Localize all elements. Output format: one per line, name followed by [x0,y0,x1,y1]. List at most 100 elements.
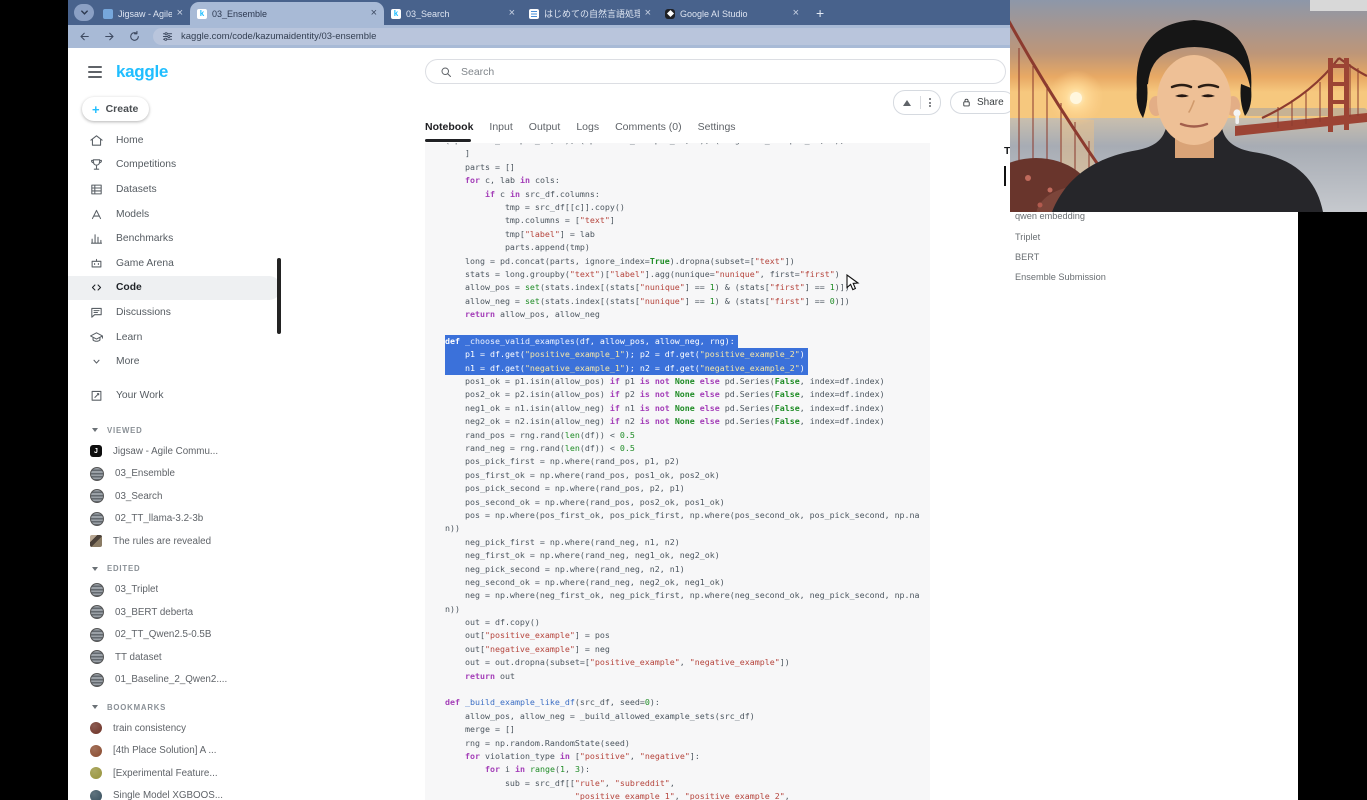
code-line[interactable]: tmp.columns = ["text"] [445,214,930,227]
sidebar-scrollbar[interactable] [277,258,281,334]
code-line[interactable]: if c in src_df.columns: [445,188,930,201]
sidebar-item-learn[interactable]: Learn [68,325,281,350]
list-item-03-triplet[interactable]: 03_Triplet [68,579,281,602]
code-line[interactable]: pos = np.where(pos_first_ok, pos_pick_fi… [445,509,930,522]
vote-menu-button[interactable] [929,98,931,107]
toc-item-triplet[interactable]: Triplet [1004,227,1154,247]
kaggle-logo[interactable]: kaggle [116,62,168,82]
tab-logs[interactable]: Logs [576,121,599,142]
browser-tab-jigsaw-agile-community-rule[interactable]: Jigsaw - Agile Community Rule× [96,2,190,25]
list-item-02-tt-qwen2-5-0-5b[interactable]: 02_TT_Qwen2.5-0.5B [68,624,281,647]
code-line[interactable]: long = pd.concat(parts, ignore_index=Tru… [445,255,930,268]
tab-output[interactable]: Output [529,121,561,142]
sidebar-item-datasets[interactable]: Datasets [68,177,281,202]
code-line[interactable]: pos2_ok = p2.isin(allow_pos) if p2 is no… [445,388,930,401]
code-line[interactable]: out["positive_example"] = pos [445,629,930,642]
list-item-03-ensemble[interactable]: 03_Ensemble [68,463,281,486]
reload-button[interactable] [125,28,143,46]
code-line[interactable]: n)) [445,522,930,535]
tab-search-button[interactable] [74,4,94,21]
list-item-tt-dataset[interactable]: TT dataset [68,646,281,669]
code-line[interactable]: n)) [445,603,930,616]
tab-comments-0[interactable]: Comments (0) [615,121,682,142]
sidebar-item-home[interactable]: Home [68,128,281,153]
browser-tab-senten[interactable]: はじめての自然言語処理 Senten× [522,2,658,25]
code-line[interactable]: rand_neg = rng.rand(len(df)) < 0.5 [445,442,930,455]
code-line[interactable]: for violation_type in ["positive", "nega… [445,750,930,763]
code-line[interactable]: pos_second_ok = np.where(rand_pos, pos2_… [445,496,930,509]
sidebar-item-your-work[interactable]: Your Work [68,383,302,407]
close-tab-icon[interactable]: × [371,8,377,19]
code-line[interactable]: out["negative_example"] = neg [445,643,930,656]
browser-tab-03-ensemble[interactable]: k03_Ensemble× [190,2,384,25]
code-line[interactable]: "positive_example_1", "positive_example_… [445,790,930,800]
code-line[interactable]: def _build_example_like_df(src_df, seed=… [445,696,930,709]
toc-item-ensemble-submission[interactable]: Ensemble Submission [1004,267,1154,287]
close-tab-icon[interactable]: × [645,8,651,19]
code-line[interactable]: for c, lab in cols: [445,174,930,187]
close-tab-icon[interactable]: × [793,8,799,19]
code-line[interactable]: neg_pick_first = np.where(rand_neg, n1, … [445,536,930,549]
code-line[interactable]: n1 = df.get("negative_example_1"); n2 = … [445,362,808,375]
code-line[interactable]: tmp["label"] = lab [445,228,930,241]
code-line[interactable]: p1 = df.get("positive_example_1"); p2 = … [445,348,808,361]
section-header-viewed[interactable]: VIEWED [68,420,281,440]
list-item-jigsaw-agile-commu[interactable]: JJigsaw - Agile Commu... [68,440,281,463]
tab-input[interactable]: Input [489,121,512,142]
code-editor[interactable]: ("positive_example_1", 1), ("positive_ex… [425,143,930,800]
sidebar-item-game-arena[interactable]: Game Arena [68,251,281,276]
list-item-the-rules-are-revealed[interactable]: The rules are revealed [68,530,281,553]
code-line[interactable]: return allow_pos, allow_neg [445,308,930,321]
code-line[interactable]: pos_pick_second = np.where(rand_pos, p2,… [445,482,930,495]
code-line[interactable]: parts.append(tmp) [445,241,930,254]
code-line[interactable]: neg_pick_second = np.where(rand_neg, n2,… [445,563,930,576]
sidebar-item-discussions[interactable]: Discussions [68,300,281,325]
code-line[interactable] [445,321,930,334]
new-tab-button[interactable]: + [816,5,824,21]
code-line[interactable]: for i in range(1, 3): [445,763,930,776]
toc-item-bert[interactable]: BERT [1004,247,1154,267]
browser-tab-google-ai-studio[interactable]: Google AI Studio× [658,2,806,25]
menu-icon[interactable] [88,66,102,77]
code-line[interactable]: pos1_ok = p1.isin(allow_pos) if p1 is no… [445,375,930,388]
create-button[interactable]: + Create [82,97,149,121]
forward-button[interactable] [100,28,118,46]
code-line[interactable]: rand_pos = rng.rand(len(df)) < 0.5 [445,429,930,442]
back-button[interactable] [75,28,93,46]
code-line[interactable]: pos_pick_first = np.where(rand_pos, p1, … [445,455,930,468]
tab-notebook[interactable]: Notebook [425,121,473,142]
code-line[interactable]: ] [445,147,930,160]
list-item-01-baseline-2-qwen2[interactable]: 01_Baseline_2_Qwen2.... [68,669,281,692]
code-line[interactable]: pos_first_ok = np.where(rand_pos, pos1_o… [445,469,930,482]
close-tab-icon[interactable]: × [177,8,183,19]
sidebar-item-competitions[interactable]: Competitions [68,153,281,178]
list-item-train-consistency[interactable]: train consistency [68,717,281,740]
search-bar[interactable]: Search [425,59,1006,84]
site-settings-icon[interactable] [162,31,173,42]
code-line[interactable]: return out [445,670,930,683]
code-line[interactable]: neg2_ok = n2.isin(allow_neg) if n2 is no… [445,415,930,428]
code-line[interactable]: neg_second_ok = np.where(rand_neg, neg2_… [445,576,930,589]
code-line[interactable]: allow_neg = set(stats.index[(stats["nuni… [445,295,930,308]
sidebar-item-models[interactable]: Models [68,202,281,227]
list-item-4th-place-solution-a[interactable]: [4th Place Solution] A ... [68,740,281,763]
list-item-02-tt-llama-3-2-3b[interactable]: 02_TT_llama-3.2-3b [68,508,281,531]
tab-settings[interactable]: Settings [698,121,736,142]
code-line[interactable]: neg_first_ok = np.where(rand_neg, neg1_o… [445,549,930,562]
code-line[interactable]: parts = [] [445,161,930,174]
list-item-single-model-xgboos[interactable]: Single Model XGBOOS... [68,785,281,800]
list-item-03-search[interactable]: 03_Search [68,485,281,508]
share-button[interactable]: Share [950,91,1015,114]
code-line[interactable]: rng = np.random.RandomState(seed) [445,737,930,750]
code-line[interactable]: sub = src_df[["rule", "subreddit", [445,777,930,790]
code-line[interactable]: neg1_ok = n1.isin(allow_neg) if n1 is no… [445,402,930,415]
code-line[interactable]: tmp = src_df[[c]].copy() [445,201,930,214]
sidebar-item-benchmarks[interactable]: Benchmarks [68,226,281,251]
code-line[interactable] [445,683,930,696]
code-line[interactable]: def _choose_valid_examples(df, allow_pos… [445,335,738,348]
code-line[interactable]: out = out.dropna(subset=["positive_examp… [445,656,930,669]
sidebar-item-code[interactable]: Code [68,276,281,301]
code-line[interactable]: allow_pos, allow_neg = _build_allowed_ex… [445,710,930,723]
upvote-button[interactable] [903,100,911,106]
list-item-03-bert-deberta[interactable]: 03_BERT deberta [68,601,281,624]
